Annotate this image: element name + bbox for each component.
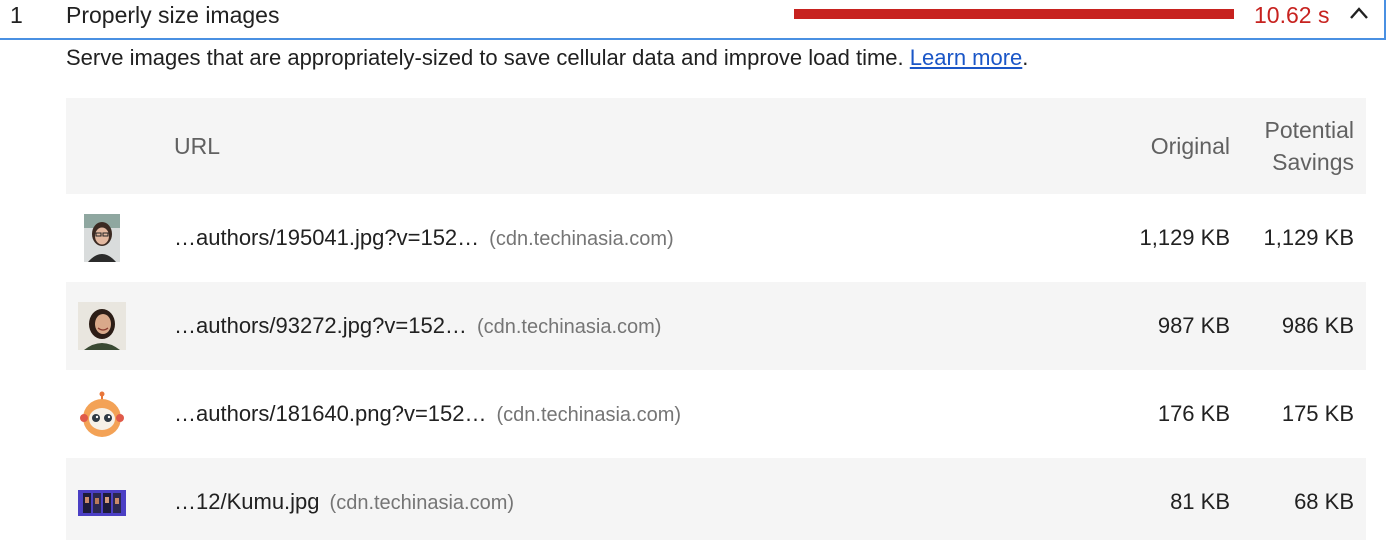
resource-url[interactable]: …authors/181640.png?v=152… (cdn.techinasi… [174, 400, 681, 429]
url-path: …authors/195041.jpg?v=152… [174, 225, 480, 250]
header-savings-line1: Potential [1264, 117, 1354, 143]
thumbnail-image [78, 490, 126, 516]
url-host: (cdn.techinasia.com) [476, 316, 662, 338]
potential-savings: 986 KB [1281, 313, 1354, 338]
header-potential-savings: Potential Savings [1264, 114, 1354, 178]
resource-url[interactable]: …authors/93272.jpg?v=152… (cdn.techinasia… [174, 312, 661, 341]
description-end: . [1022, 45, 1029, 70]
table-row: …authors/181640.png?v=152… (cdn.techinasi… [66, 370, 1366, 458]
original-size: 176 KB [1157, 401, 1230, 426]
table-row: …authors/93272.jpg?v=152… (cdn.techinasia… [66, 282, 1366, 370]
learn-more-link[interactable]: Learn more [910, 45, 1023, 70]
original-size: 81 KB [1170, 489, 1230, 514]
audit-header[interactable]: 1 Properly size images 10.62 s [0, 0, 1386, 40]
header-savings-line2: Savings [1272, 149, 1354, 175]
table-row: …authors/195041.jpg?v=152… (cdn.techinasi… [66, 194, 1366, 282]
audit-properly-size-images: 1 Properly size images 10.62 s Serve ima… [0, 0, 1396, 540]
resource-url[interactable]: …12/Kumu.jpg (cdn.techinasia.com) [174, 488, 514, 517]
savings-value: 10.62 s [1254, 2, 1330, 28]
table-row: …12/Kumu.jpg (cdn.techinasia.com) 81 KB 6… [66, 458, 1366, 540]
robot-mascot-icon [80, 391, 124, 437]
audit-index: 1 [10, 2, 23, 28]
header-url: URL [174, 133, 221, 159]
details-table: URL Original Potential Savings …authors/… [66, 98, 1366, 540]
url-host: (cdn.techinasia.com) [496, 404, 682, 426]
url-path: …12/Kumu.jpg [174, 489, 320, 514]
potential-savings: 68 KB [1294, 489, 1354, 514]
audit-description: Serve images that are appropriately-size… [66, 44, 1028, 72]
audit-title[interactable]: Properly size images [66, 2, 279, 28]
url-path: …authors/93272.jpg?v=152… [174, 313, 467, 338]
potential-savings: 1,129 KB [1263, 225, 1354, 250]
url-host: (cdn.techinasia.com) [489, 228, 674, 250]
original-size: 1,129 KB [1139, 225, 1230, 250]
thumbnail-image [84, 214, 120, 262]
original-size: 987 KB [1157, 313, 1230, 338]
thumbnail-image [78, 302, 126, 350]
url-path: …authors/181640.png?v=152… [174, 401, 487, 426]
description-text: Serve images that are appropriately-size… [66, 45, 904, 70]
url-host: (cdn.techinasia.com) [329, 492, 515, 514]
table-header: URL Original Potential Savings [66, 98, 1366, 194]
savings-bar [794, 9, 1234, 19]
chevron-up-icon[interactable] [1348, 4, 1370, 22]
potential-savings: 175 KB [1281, 401, 1354, 426]
header-original: Original [1150, 133, 1230, 159]
resource-url[interactable]: …authors/195041.jpg?v=152… (cdn.techinasi… [174, 224, 674, 253]
